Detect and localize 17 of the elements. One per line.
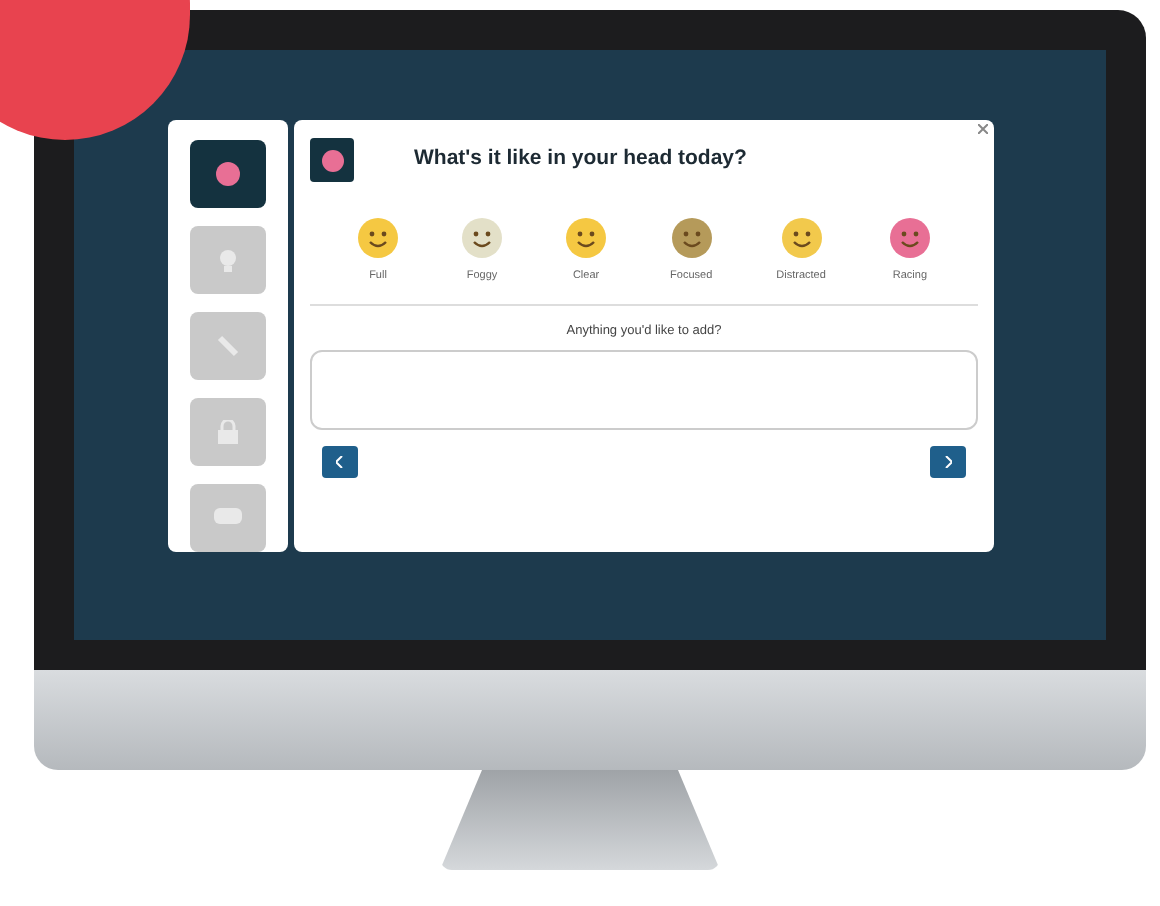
mood-face-icon[interactable] (566, 218, 607, 258)
sidebar-item[interactable] (190, 140, 266, 208)
mood-face-icon[interactable] (358, 218, 398, 258)
mood-face-icon[interactable] (671, 218, 712, 258)
note-field[interactable] (310, 350, 978, 430)
logo-icon (310, 138, 354, 182)
mood-face-icon[interactable] (889, 218, 930, 258)
lock-icon (216, 420, 240, 444)
bulb-icon (218, 248, 238, 272)
mood-face-icon[interactable] (462, 218, 503, 258)
chevron-left-icon (336, 456, 344, 468)
mood-face-icon[interactable] (781, 218, 822, 258)
back-button[interactable] (322, 446, 358, 478)
chevron-right-icon (944, 456, 952, 468)
close-icon[interactable] (978, 124, 988, 134)
next-button[interactable] (930, 446, 966, 478)
question-title: What's it like in your head today? (414, 144, 747, 175)
